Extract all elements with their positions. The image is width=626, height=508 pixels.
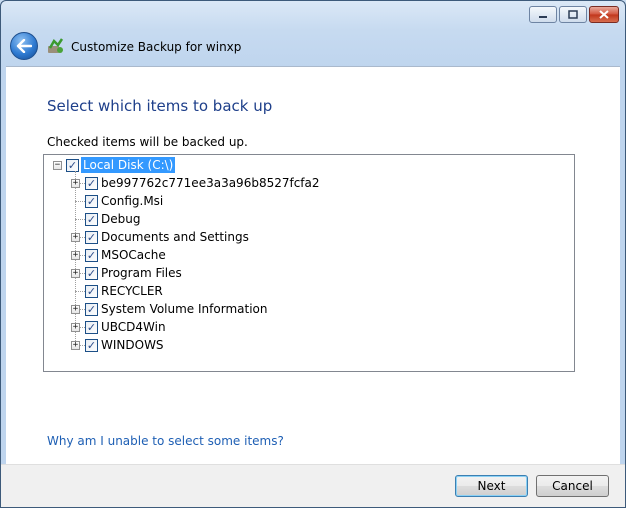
- wizard-header: Customize Backup for winxp: [1, 29, 625, 67]
- instruction-text: Checked items will be backed up.: [47, 135, 248, 149]
- button-bar: Next Cancel: [1, 464, 625, 507]
- tree-item-label[interactable]: Config.Msi: [99, 193, 165, 209]
- folder-tree[interactable]: − ✓ Local Disk (C:\) + ✓ be997762c771ee3a3a96…: [43, 154, 575, 372]
- tree-branch-line: [75, 201, 85, 202]
- backup-app-icon: [46, 37, 64, 55]
- maximize-icon: [568, 10, 578, 19]
- minimize-icon: [539, 15, 547, 18]
- help-link[interactable]: Why am I unable to select some items?: [47, 434, 284, 448]
- tree-branch-line: [75, 219, 85, 220]
- window-title: Customize Backup for winxp: [71, 40, 242, 54]
- next-button[interactable]: Next: [455, 475, 528, 497]
- tree-item-expander[interactable]: +: [71, 251, 80, 260]
- tree-item-label[interactable]: WINDOWS: [99, 337, 166, 353]
- tree-item-label[interactable]: MSOCache: [99, 247, 168, 263]
- tree-item-label[interactable]: RECYCLER: [99, 283, 165, 299]
- tree-item-checkbox[interactable]: ✓: [85, 285, 98, 298]
- tree-item-expander[interactable]: +: [71, 323, 80, 332]
- tree-root-label[interactable]: Local Disk (C:\): [81, 157, 176, 173]
- close-icon: [599, 10, 609, 19]
- tree-item-expander[interactable]: +: [71, 305, 80, 314]
- tree-item-label[interactable]: be997762c771ee3a3a96b8527fcfa2: [99, 175, 322, 191]
- tree-item-checkbox[interactable]: ✓: [85, 267, 98, 280]
- dialog-window: Customize Backup for winxp Select which …: [0, 0, 626, 508]
- tree-item-checkbox[interactable]: ✓: [85, 231, 98, 244]
- tree-item-expander[interactable]: +: [71, 341, 80, 350]
- content-area: Select which items to back up Checked it…: [6, 66, 620, 465]
- tree-item-checkbox[interactable]: ✓: [85, 177, 98, 190]
- tree-item-label[interactable]: Documents and Settings: [99, 229, 251, 245]
- tree-item-checkbox[interactable]: ✓: [85, 249, 98, 262]
- minimize-button[interactable]: [529, 6, 557, 23]
- tree-item-checkbox[interactable]: ✓: [85, 213, 98, 226]
- tree-item-expander[interactable]: +: [71, 269, 80, 278]
- tree-branch-line: [75, 291, 85, 292]
- page-heading: Select which items to back up: [47, 97, 273, 115]
- close-button[interactable]: [589, 6, 619, 23]
- caption-buttons: [529, 6, 619, 23]
- back-button[interactable]: [10, 32, 38, 60]
- maximize-button[interactable]: [559, 6, 587, 23]
- tree-item-checkbox[interactable]: ✓: [85, 321, 98, 334]
- tree-item-expander[interactable]: +: [71, 179, 80, 188]
- back-arrow-icon: [16, 39, 32, 53]
- tree-item-expander[interactable]: +: [71, 233, 80, 242]
- cancel-button[interactable]: Cancel: [536, 475, 609, 497]
- tree-item-label[interactable]: Debug: [99, 211, 142, 227]
- root-expander[interactable]: −: [53, 161, 62, 170]
- tree-item-label[interactable]: System Volume Information: [99, 301, 269, 317]
- tree-item-checkbox[interactable]: ✓: [85, 303, 98, 316]
- root-checkbox[interactable]: ✓: [66, 159, 79, 172]
- tree-item-label[interactable]: Program Files: [99, 265, 184, 281]
- tree-item-checkbox[interactable]: ✓: [85, 195, 98, 208]
- tree-item-label[interactable]: UBCD4Win: [99, 319, 168, 335]
- tree-item-checkbox[interactable]: ✓: [85, 339, 98, 352]
